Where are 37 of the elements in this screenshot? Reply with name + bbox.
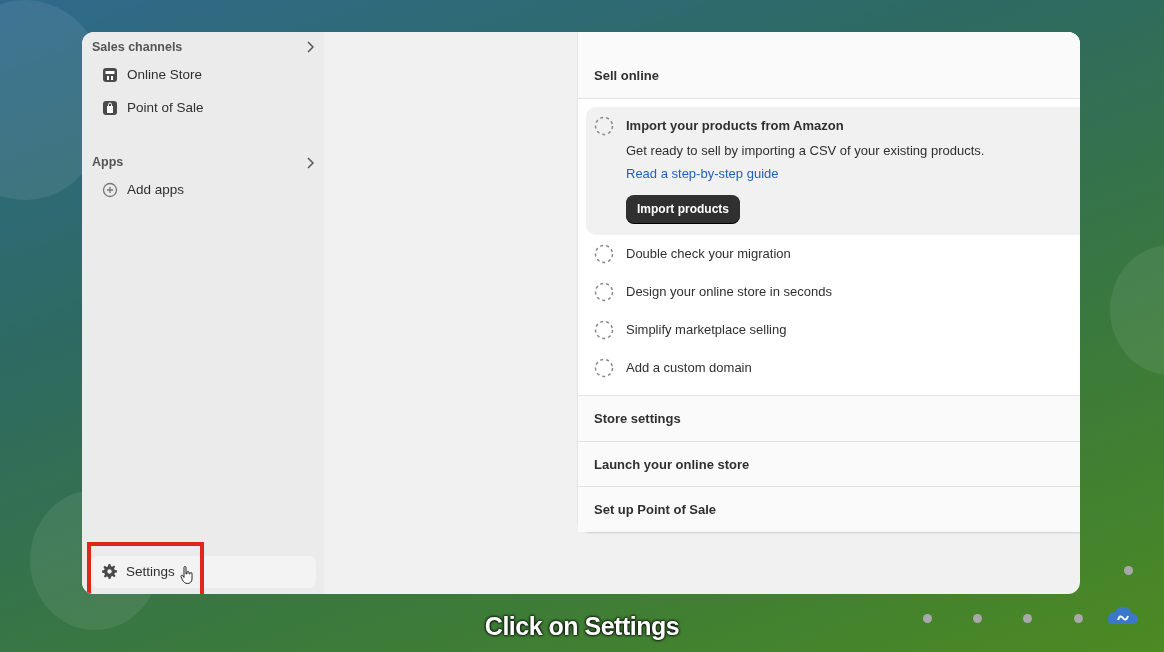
dot <box>1074 614 1083 623</box>
section-title: Apps <box>92 154 124 172</box>
task-title[interactable]: Add a custom domain <box>626 358 752 378</box>
sidebar-item[interactable]: Online Store <box>90 59 316 90</box>
section-header[interactable]: Store settings <box>578 395 1080 441</box>
dashed-circle-icon[interactable] <box>594 115 614 136</box>
sidebar-item[interactable]: Add apps <box>90 175 316 206</box>
section-title: Sales channels <box>92 39 183 56</box>
import-button[interactable]: Import products <box>626 195 740 223</box>
guide-link[interactable]: Read a step-by-step guide <box>626 163 779 183</box>
dot <box>923 614 932 623</box>
dot <box>1023 614 1032 623</box>
plus-circle-icon <box>102 182 118 199</box>
settings-button[interactable]: Settings <box>90 555 316 588</box>
hand-cursor-icon <box>180 565 194 584</box>
section-header[interactable]: Launch your online store <box>578 440 1080 486</box>
chevron-right-icon[interactable] <box>306 156 314 169</box>
store-icon <box>102 66 118 83</box>
dashed-circle-icon[interactable] <box>594 244 614 264</box>
settings-icon <box>102 564 117 580</box>
cloud-logo-icon <box>1106 604 1138 624</box>
task-title[interactable]: Design your online store in seconds <box>626 282 832 302</box>
dot <box>973 614 982 623</box>
task-title[interactable]: Simplify marketplace selling <box>626 320 787 340</box>
caption: Click on Settings <box>484 612 680 640</box>
section-header[interactable]: Set up Point of Sale <box>578 486 1080 532</box>
section-header[interactable]: Sell online <box>578 32 1080 99</box>
task-description: Get ready to sell by importing a CSV of your existing products. <box>626 142 985 160</box>
task-title[interactable]: Double check your migration <box>626 244 791 264</box>
dot <box>1124 566 1133 575</box>
bag-icon <box>102 100 118 117</box>
sidebar-item[interactable]: Point of Sale <box>90 93 316 124</box>
dashed-circle-icon[interactable] <box>594 282 614 302</box>
task-title[interactable]: Import your products from Amazon <box>626 115 985 135</box>
chevron-right-icon[interactable] <box>306 41 314 54</box>
dashed-circle-icon[interactable] <box>594 320 614 340</box>
dashed-circle-icon[interactable] <box>594 358 614 378</box>
